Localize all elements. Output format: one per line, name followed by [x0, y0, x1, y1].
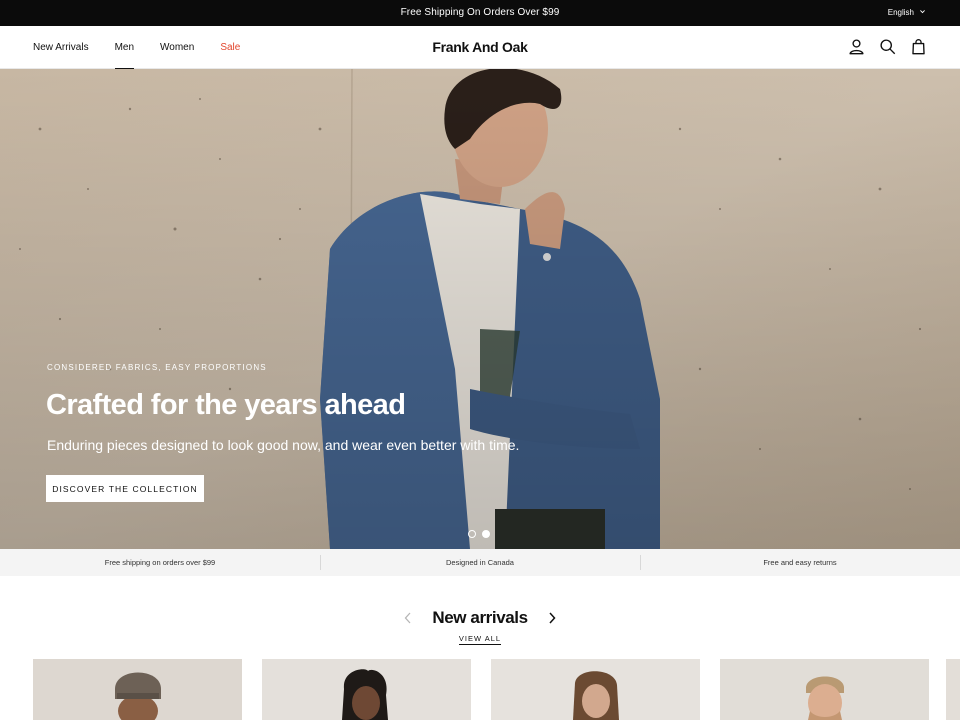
- product-image: [262, 659, 471, 720]
- announcement-bar: Free Shipping On Orders Over $99 English: [0, 0, 960, 26]
- view-all-link[interactable]: VIEW ALL: [458, 634, 502, 645]
- product-card[interactable]: [33, 659, 242, 720]
- usp-returns: Free and easy returns: [640, 549, 960, 576]
- usp-designed: Designed in Canada: [320, 549, 640, 576]
- slide-dots: [468, 530, 490, 538]
- product-carousel: [33, 659, 929, 720]
- section-title: New arrivals: [432, 608, 528, 627]
- hero-headline: Crafted for the years ahead: [46, 389, 406, 421]
- search-icon[interactable]: [879, 38, 896, 55]
- site-logo[interactable]: Frank And Oak: [0, 39, 960, 55]
- chevron-down-icon: [919, 8, 926, 17]
- product-card[interactable]: [720, 659, 929, 720]
- slide-dot-2[interactable]: [482, 530, 490, 538]
- cart-icon[interactable]: [910, 38, 927, 55]
- view-all-link-wrap: VIEW ALL: [0, 634, 960, 645]
- hero-subline: Enduring pieces designed to look good no…: [47, 437, 520, 453]
- usp-strip: Free shipping on orders over $99 Designe…: [0, 549, 960, 576]
- hero-banner: CONSIDERED FABRICS, EASY PROPORTIONS Cra…: [0, 69, 960, 549]
- discover-collection-button[interactable]: DISCOVER THE COLLECTION: [46, 475, 204, 502]
- account-icon[interactable]: [848, 38, 865, 55]
- chevron-right-icon: [549, 612, 556, 624]
- language-label: English: [887, 8, 914, 17]
- usp-shipping: Free shipping on orders over $99: [104, 558, 216, 567]
- language-selector[interactable]: English: [888, 8, 926, 17]
- site-header: New Arrivals Men Women Sale Frank And Oa…: [0, 26, 960, 70]
- product-card[interactable]: [491, 659, 700, 720]
- header-icons: [848, 38, 927, 55]
- product-image: [491, 659, 700, 720]
- product-card-peek[interactable]: [946, 659, 960, 720]
- product-card[interactable]: [262, 659, 471, 720]
- hero-eyebrow: CONSIDERED FABRICS, EASY PROPORTIONS: [47, 363, 267, 372]
- product-image: [33, 659, 242, 720]
- product-image: [720, 659, 929, 720]
- announcement-text: Free Shipping On Orders Over $99: [400, 7, 560, 18]
- carousel-next-button[interactable]: [545, 610, 559, 626]
- slide-dot-1[interactable]: [468, 530, 476, 538]
